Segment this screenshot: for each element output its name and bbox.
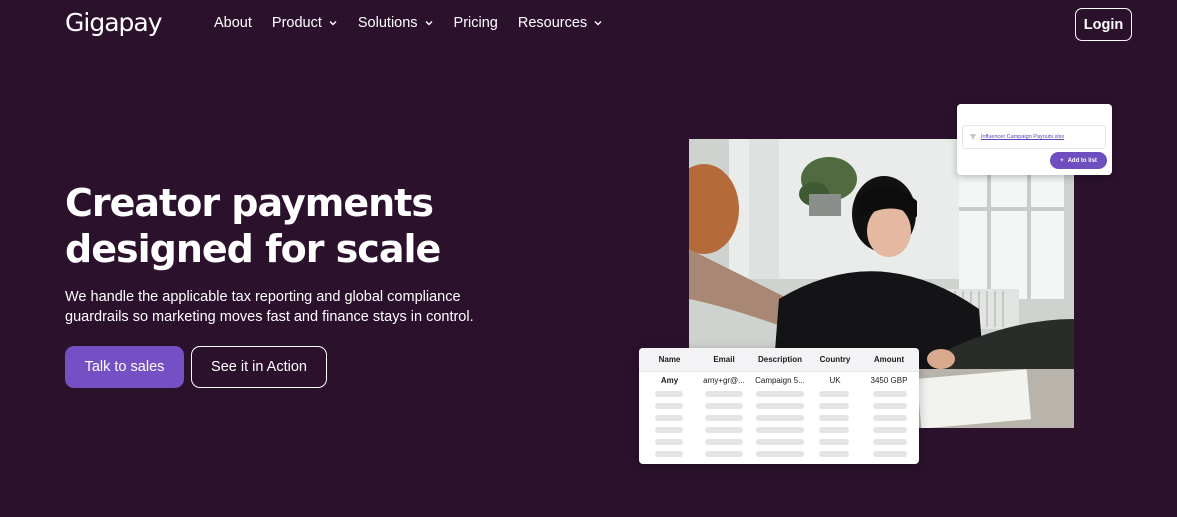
talk-to-sales-button[interactable]: Talk to sales [65, 346, 184, 388]
skeleton-bar [819, 439, 849, 445]
top-nav: Gigapay About Product Solutions Pricing … [0, 0, 1177, 48]
skeleton-bar [873, 427, 907, 433]
skeleton-bar [705, 451, 743, 457]
skeleton-bar [756, 427, 804, 433]
column-header-amount: Amount [873, 355, 905, 364]
nav-links: About Product Solutions Pricing Resource… [214, 15, 603, 31]
skeleton-bar [655, 415, 683, 421]
column-header-name: Name [658, 355, 681, 364]
headline-line-1: Creator payments [65, 181, 434, 225]
subtext-line-1: We handle the applicable tax reporting a… [65, 289, 461, 305]
chevron-down-icon [329, 21, 337, 26]
hero-subtext: We handle the applicable tax reporting a… [65, 287, 485, 327]
skeleton-bar [756, 451, 804, 457]
skeleton-bar [705, 391, 743, 397]
row-1-name: Amy [660, 376, 679, 385]
upload-card: Influencer Campaign Payouts.xlsx + Add t… [957, 104, 1112, 175]
nav-item-pricing[interactable]: Pricing [454, 15, 498, 31]
skeleton-bar [819, 403, 849, 409]
skeleton-bar [756, 415, 804, 421]
row-1-country: UK [829, 376, 841, 385]
nav-item-solutions[interactable]: Solutions [358, 15, 434, 31]
nav-item-label: Solutions [357, 15, 418, 31]
skeleton-bar [819, 451, 849, 457]
skeleton-bar [873, 415, 907, 421]
subtext-line-2: guardrails so marketing moves fast and f… [65, 309, 474, 325]
skeleton-bar [819, 391, 849, 397]
headline-line-2: designed for scale [65, 227, 441, 271]
gigapay-logo[interactable]: Gigapay [65, 8, 162, 37]
nav-item-label: About [214, 15, 252, 31]
row-1-email: amy+gr@... [703, 376, 745, 385]
skeleton-bar [756, 391, 804, 397]
skeleton-bar [705, 415, 743, 421]
skeleton-bar [705, 427, 743, 433]
skeleton-bar [655, 403, 683, 409]
nav-item-label: Pricing [453, 15, 498, 31]
skeleton-bar [873, 439, 907, 445]
skeleton-bar [873, 403, 907, 409]
column-header-country: Country [819, 355, 851, 364]
skeleton-bar [655, 451, 683, 457]
skeleton-bar [655, 391, 683, 397]
skeleton-bar [705, 439, 743, 445]
chevron-down-icon [594, 21, 602, 26]
chevron-down-icon [425, 21, 433, 26]
skeleton-bar [756, 439, 804, 445]
column-header-description: Description [757, 355, 802, 364]
skeleton-bar [655, 427, 683, 433]
row-1-amount: 3450 GBP [870, 376, 908, 385]
nav-item-label: Resources [517, 15, 588, 31]
hero-headline: Creator payments designed for scale [65, 180, 485, 272]
skeleton-bar [873, 451, 907, 457]
nav-item-label: Product [271, 15, 322, 31]
row-1-description: Campaign 5... [755, 376, 805, 385]
add-to-list-button[interactable]: + Add to list [1050, 152, 1107, 169]
skeleton-bar [819, 415, 849, 421]
payouts-table-card: Name Email Description Country Amount Am… [639, 348, 919, 464]
nav-item-product[interactable]: Product [272, 15, 338, 31]
skeleton-bar [705, 403, 743, 409]
file-name-link[interactable]: Influencer Campaign Payouts.xlsx [981, 134, 1064, 140]
skeleton-bar [655, 439, 683, 445]
skeleton-bar [756, 403, 804, 409]
skeleton-bar [819, 427, 849, 433]
add-to-list-label: Add to list [1067, 157, 1097, 164]
table-header-row: Name Email Description Country Amount [639, 348, 919, 372]
skeleton-bar [873, 391, 907, 397]
file-row[interactable]: Influencer Campaign Payouts.xlsx [962, 125, 1106, 149]
column-header-email: Email [713, 355, 735, 364]
nav-item-about[interactable]: About [214, 15, 252, 31]
filter-icon [970, 134, 976, 140]
see-it-in-action-button[interactable]: See it in Action [191, 346, 327, 388]
nav-item-resources[interactable]: Resources [518, 15, 603, 31]
login-button[interactable]: Login [1075, 8, 1132, 41]
plus-icon: + [1060, 157, 1064, 164]
